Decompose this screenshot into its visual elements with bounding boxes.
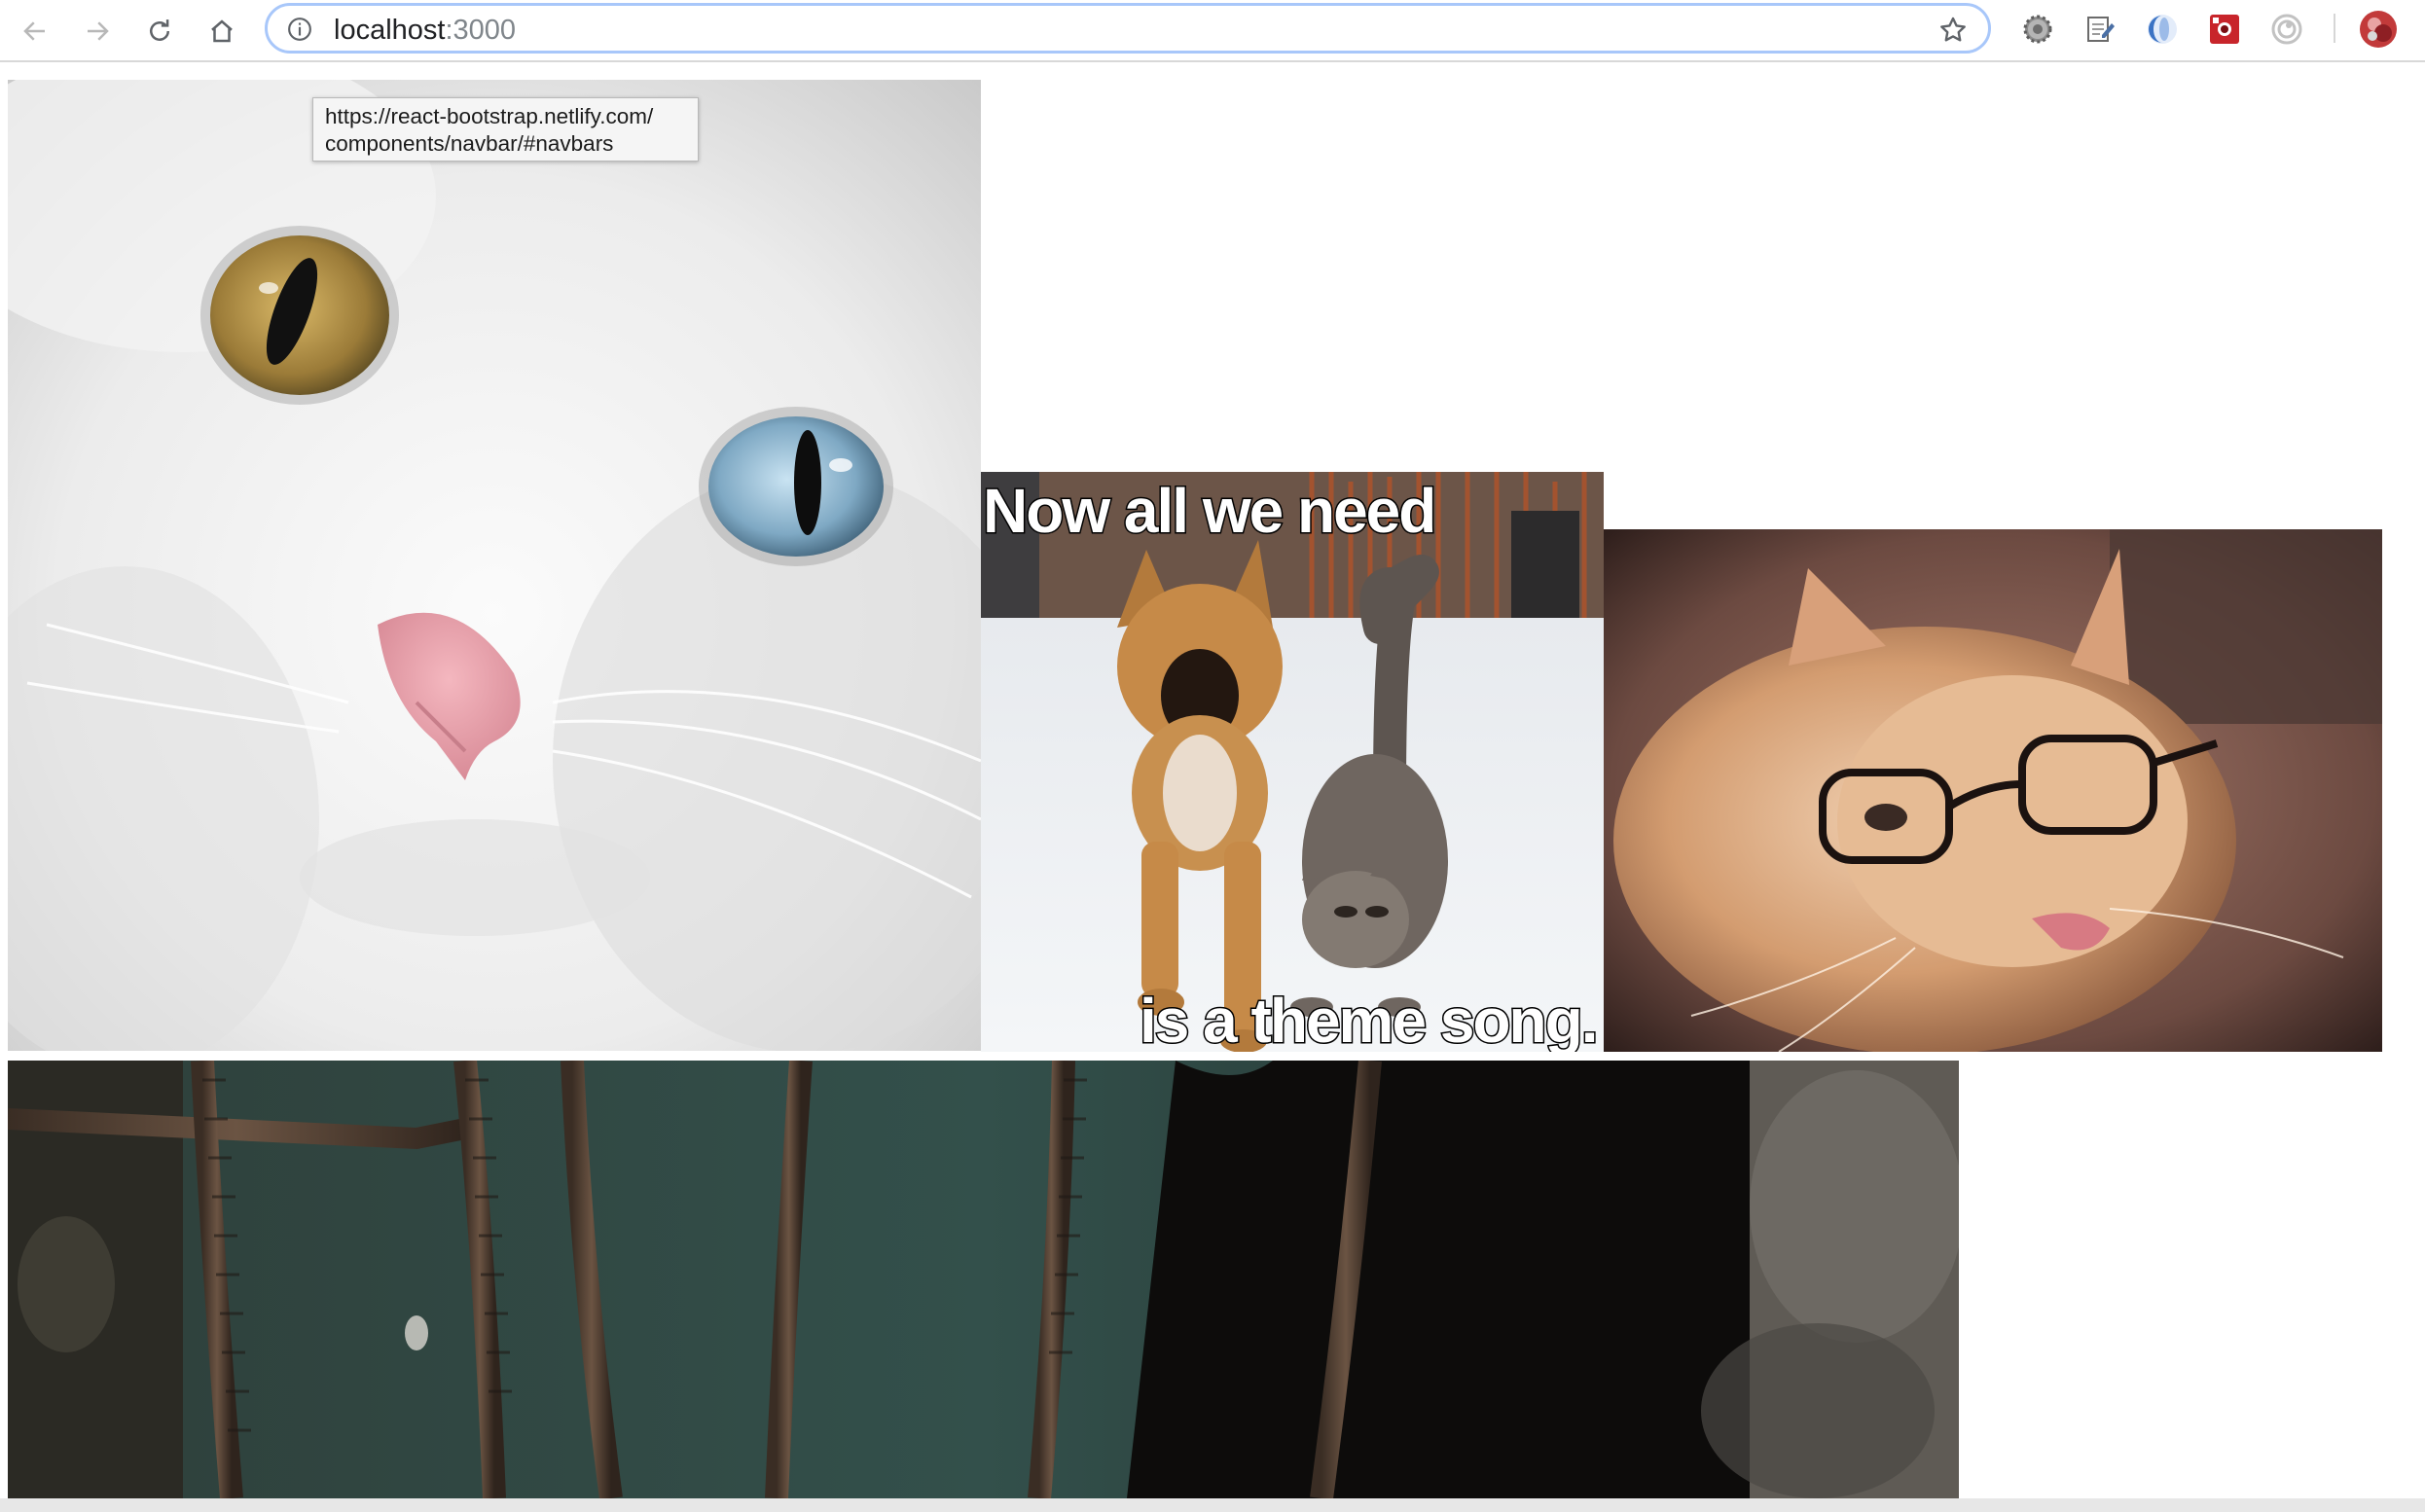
meme-caption-top: Now all we need [983,476,1434,546]
url-port: :3000 [445,15,517,46]
horizontal-scrollbar[interactable] [0,1498,2425,1512]
link-tooltip: https://react-bootstrap.netlify.com/ com… [312,97,699,162]
forward-button[interactable] [76,10,119,53]
red-square-extension-icon[interactable] [2207,12,2242,47]
address-bar[interactable]: localhost:3000 [265,3,1991,54]
star-icon[interactable] [1937,15,1969,46]
blue-circle-extension-icon[interactable] [2145,12,2180,47]
info-icon[interactable] [287,17,312,42]
home-button[interactable] [200,10,243,53]
gallery-image-meme[interactable]: Now all we need is a theme song. [981,472,1604,1052]
circle-record-extension-icon[interactable] [2269,12,2304,47]
reload-button[interactable] [138,10,181,53]
gallery-image-rusty-bars[interactable] [8,1061,1959,1498]
back-button[interactable] [14,10,56,53]
url-host: localhost [334,15,446,46]
profile-avatar-icon[interactable] [2359,10,2398,49]
gallery-image-white-cat[interactable] [8,80,981,1051]
reload-icon [150,19,169,41]
browser-toolbar: localhost:3000 [0,0,2425,62]
meme-caption-bottom: is a theme song. [1140,986,1596,1052]
arrow-right-icon [88,21,109,41]
tooltip-line-1: https://react-bootstrap.netlify.com/ [325,104,654,128]
toolbar-divider [2334,14,2335,43]
tooltip-line-2: components/navbar/#navbars [325,131,614,156]
arrow-left-icon [23,21,45,41]
gear-extension-icon[interactable] [2020,12,2055,47]
notepad-extension-icon[interactable] [2082,12,2117,47]
url-text[interactable]: localhost:3000 [334,16,516,45]
home-icon [211,19,233,43]
gallery-image-glasses-cat[interactable] [1604,529,2382,1052]
